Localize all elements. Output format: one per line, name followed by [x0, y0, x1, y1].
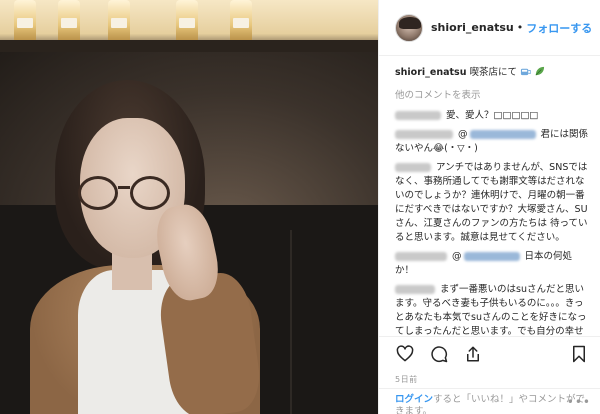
blurred-mention[interactable] [469, 130, 536, 139]
blurred-username[interactable] [395, 130, 453, 139]
caption: shiori_enatsu 喫茶店にて [395, 66, 589, 82]
glasses-lens-left [78, 176, 118, 210]
comment-item: @ 君には関係ないやん😂(・▽・) [395, 128, 589, 156]
bottle [58, 0, 80, 42]
shelf-board [0, 40, 378, 52]
comment-text: アンチではありませんが、SNSではなく、事務所通してでも謝罪文等はだされないので… [395, 162, 588, 243]
comment-item: 愛、愛人？□□□□□ [395, 109, 589, 123]
like-button[interactable] [393, 342, 417, 366]
leaf-icon [534, 66, 545, 82]
blurred-username[interactable] [395, 252, 447, 261]
heart-icon [396, 345, 414, 362]
glasses-lens-right [130, 176, 170, 210]
comment-text: 愛、愛人？□□□□□ [446, 110, 539, 121]
login-link[interactable]: ログイン [395, 394, 433, 405]
bottle [14, 0, 36, 42]
share-button[interactable] [461, 342, 485, 366]
sofa-seam [290, 230, 292, 414]
login-bar: ログインすると「いいね！」やコメントができます。 ••• [379, 388, 600, 414]
view-more-comments-link[interactable]: 他のコメントを表示 [395, 87, 589, 101]
share-icon [467, 346, 479, 361]
more-options-icon[interactable]: ••• [567, 396, 591, 408]
header-username[interactable]: shiori_enatsu [431, 21, 514, 34]
bottle [230, 0, 252, 42]
comment-item: @ 日本の何処か！ [395, 250, 589, 278]
post-time[interactable]: 5日前 [395, 374, 418, 385]
save-button[interactable] [567, 342, 591, 366]
bottle [176, 0, 198, 42]
glasses-bridge [118, 186, 130, 189]
post-photo[interactable] [0, 0, 378, 414]
blurred-username[interactable] [395, 163, 431, 172]
blurred-username[interactable] [395, 111, 441, 120]
separator-dot: • [516, 21, 524, 34]
caption-username[interactable]: shiori_enatsu [395, 67, 466, 78]
action-bar [379, 336, 600, 370]
comments-list: shiori_enatsu 喫茶店にて 他のコメントを表示 愛、愛人？□□□□□… [379, 56, 600, 336]
comment-mention-prefix: @ [458, 129, 468, 140]
comment-item: まず一番悪いのはsuさんだと思います。守るべき妻も子供もいるのに。。。きっとあな… [395, 283, 589, 336]
comment-button[interactable] [427, 342, 451, 366]
caption-text: 喫茶店にて [469, 67, 518, 78]
bookmark-icon [573, 345, 585, 362]
blurred-mention[interactable] [463, 252, 520, 261]
post-header: shiori_enatsu • フォローする [379, 0, 600, 56]
coffee-icon [520, 66, 532, 82]
avatar[interactable] [395, 13, 423, 42]
post-side-panel: shiori_enatsu • フォローする shiori_enatsu 喫茶店… [378, 0, 600, 414]
comment-item: アンチではありませんが、SNSではなく、事務所通してでも謝罪文等はだされないので… [395, 161, 589, 245]
follow-button[interactable]: フォローする [526, 20, 592, 36]
blurred-username[interactable] [395, 285, 435, 294]
avatar-hair [399, 16, 421, 29]
comment-icon [431, 345, 448, 362]
comment-mention-prefix: @ [452, 251, 462, 262]
bottle [108, 0, 130, 42]
